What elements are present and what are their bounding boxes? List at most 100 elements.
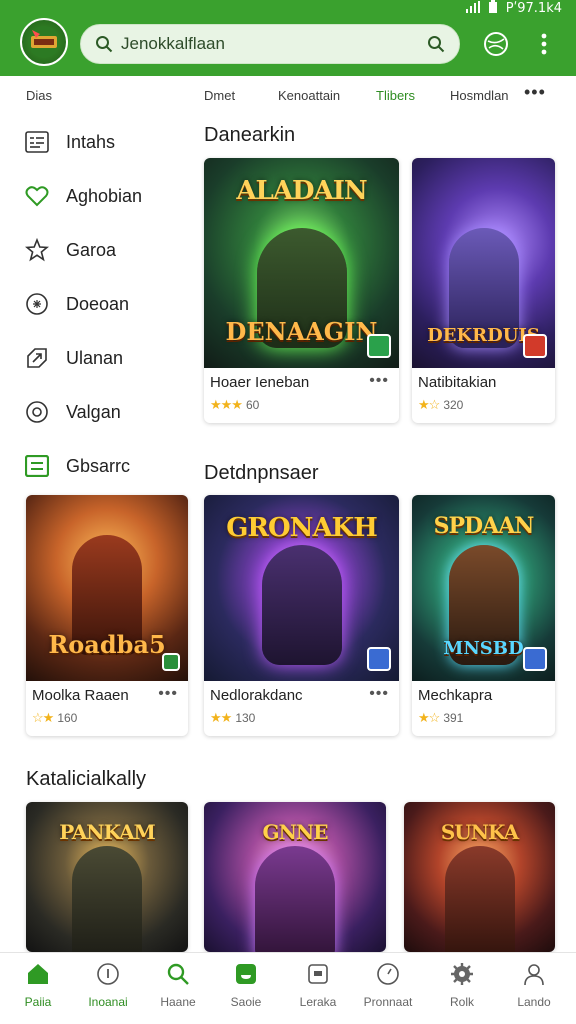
top-app-bar: Pʹ97.1k4 [0, 0, 576, 76]
game-card-meta: Mechkapra ★☆ 391 [412, 681, 555, 736]
tab-dmet[interactable]: Dmet [204, 88, 235, 103]
search-icon [165, 961, 191, 987]
game-card[interactable]: SUNKA [404, 802, 555, 952]
game-card[interactable]: ALADAIN DENAAGIN Hoaer Ieneban ••• ★★★ 6… [204, 158, 399, 423]
nav-label: Lando [517, 995, 551, 1009]
sidebar-item-label: Intahs [66, 131, 116, 152]
game-rating: ★★★ 60 [210, 397, 391, 413]
sidebar-item-valgan[interactable]: Valgan [24, 392, 184, 432]
nav-item-lando[interactable]: Lando [502, 961, 566, 1019]
hero-figure [255, 846, 335, 952]
game-cover-art: GRONAKH [204, 495, 399, 681]
platform-badge-icon [523, 647, 547, 671]
game-card[interactable]: Roadba5 Moolka Raaen ••• ☆★ 160 [26, 495, 188, 736]
globe-icon[interactable] [482, 30, 510, 58]
platform-badge-icon [367, 334, 391, 358]
game-card-meta: Hoaer Ieneban ••• ★★★ 60 [204, 368, 399, 423]
status-bar: Pʹ97.1k4 [465, 0, 562, 16]
game-rating: ★☆ 320 [418, 397, 547, 413]
rating-count: 60 [245, 398, 260, 412]
battery-icon [488, 0, 498, 16]
info-icon [95, 961, 121, 987]
search-input[interactable] [113, 34, 427, 54]
puzzle-icon [24, 291, 50, 317]
tab-tlibers[interactable]: Tlibers [376, 88, 415, 103]
game-card[interactable]: SPDAAN MNSBD Mechkapra ★☆ 391 [412, 495, 555, 736]
sidebar-item-label: Valgan [66, 401, 121, 422]
game-name: Natibitakian [418, 374, 497, 391]
rating-count: 130 [235, 711, 256, 725]
rating-count: 160 [57, 711, 78, 725]
tab-kenoattain[interactable]: Kenoattain [278, 88, 340, 103]
rating-stars: ☆★ [32, 710, 54, 725]
bottom-navigation: Paiia Inoanai Haane Saoie Leraka Pronnaa… [0, 952, 576, 1024]
card-more-button[interactable]: ••• [369, 372, 389, 390]
nav-label: Inoanai [88, 995, 128, 1009]
nav-item-pronnaat[interactable]: Pronnaat [356, 961, 420, 1019]
nav-item-inoanai[interactable]: Inoanai [76, 961, 140, 1019]
nav-label: Paiia [24, 995, 52, 1009]
nav-item-haane[interactable]: Haane [146, 961, 210, 1019]
cover-title: GRONAKH [226, 513, 378, 543]
sidebar-item-intahs[interactable]: Intahs [24, 122, 184, 162]
cover-title: GNNE [262, 820, 329, 844]
nav-item-saoie[interactable]: Saoie [214, 961, 278, 1019]
tabs-more-button[interactable]: ••• [524, 82, 546, 103]
cover-title: ALADAIN [236, 176, 367, 206]
app-logo[interactable] [20, 18, 68, 66]
game-icon [233, 961, 259, 987]
clock-icon [375, 961, 401, 987]
game-cover-art: SUNKA [404, 802, 555, 952]
game-cover-art: SPDAAN MNSBD [412, 495, 555, 681]
hero-figure [261, 545, 342, 665]
nav-label: Haane [160, 995, 196, 1009]
hero-figure [444, 846, 515, 952]
game-cover-art: DEKRDUIS [412, 158, 555, 368]
section-title-catalog: Katalicialkally [26, 768, 147, 790]
section-title-popular: Detdnpnsaer [204, 462, 319, 484]
rating-stars: ★★ [210, 710, 232, 725]
platform-badge-icon [162, 653, 180, 671]
sidebar-item-garoa[interactable]: Garoa [24, 230, 184, 270]
sidebar-item-label: Aghobian [66, 185, 143, 206]
star-icon [24, 237, 50, 263]
rating-stars: ★☆ [418, 397, 440, 412]
nav-item-rolk[interactable]: Rolk [430, 961, 494, 1019]
card-more-button[interactable]: ••• [369, 685, 389, 703]
game-card[interactable]: GNNE [204, 802, 386, 952]
nav-item-paiia[interactable]: Paiia [6, 961, 70, 1019]
game-card[interactable]: PANKAM [26, 802, 188, 952]
search-bar[interactable] [80, 24, 460, 64]
game-cover-art: Roadba5 [26, 495, 188, 681]
sidebar-item-gbsarrc[interactable]: Gbsarrc [24, 446, 184, 486]
profile-icon [521, 961, 547, 987]
sidebar-item-ulanan[interactable]: Ulanan [24, 338, 184, 378]
status-time: Pʹ97.1k4 [505, 0, 562, 16]
home-icon [25, 961, 51, 987]
nav-item-leraka[interactable]: Leraka [286, 961, 350, 1019]
nav-label: Pronnaat [363, 995, 413, 1009]
platform-badge-icon [523, 334, 547, 358]
game-card-meta: Natibitakian ★☆ 320 [412, 368, 555, 423]
sidebar-item-doeoan[interactable]: Doeoan [24, 284, 184, 324]
sidebar-item-label: Garoa [66, 239, 117, 260]
search-icon [95, 35, 113, 53]
search-submit-icon[interactable] [427, 35, 445, 53]
game-name: Mechkapra [418, 687, 493, 704]
overflow-menu-icon[interactable] [530, 30, 558, 58]
game-card-meta: Moolka Raaen ••• ☆★ 160 [26, 681, 188, 736]
sidebar-item-label: Ulanan [66, 347, 124, 368]
card-more-button[interactable]: ••• [158, 685, 178, 703]
game-rating: ☆★ 160 [32, 710, 180, 726]
tab-dias[interactable]: Dias [26, 88, 52, 103]
sidebar-item-label: Doeoan [66, 293, 130, 314]
rating-count: 320 [443, 398, 464, 412]
sidebar-item-aghobian[interactable]: Aghobian [24, 176, 184, 216]
rating-stars: ★☆ [418, 710, 440, 725]
cover-title: SPDAAN [433, 513, 535, 539]
box-icon [24, 453, 50, 479]
tab-hosmdlan[interactable]: Hosmdlan [450, 88, 509, 103]
hero-figure [72, 846, 142, 952]
game-card[interactable]: DEKRDUIS Natibitakian ★☆ 320 [412, 158, 555, 423]
game-card[interactable]: GRONAKH Nedlorakdanc ••• ★★ 130 [204, 495, 399, 736]
